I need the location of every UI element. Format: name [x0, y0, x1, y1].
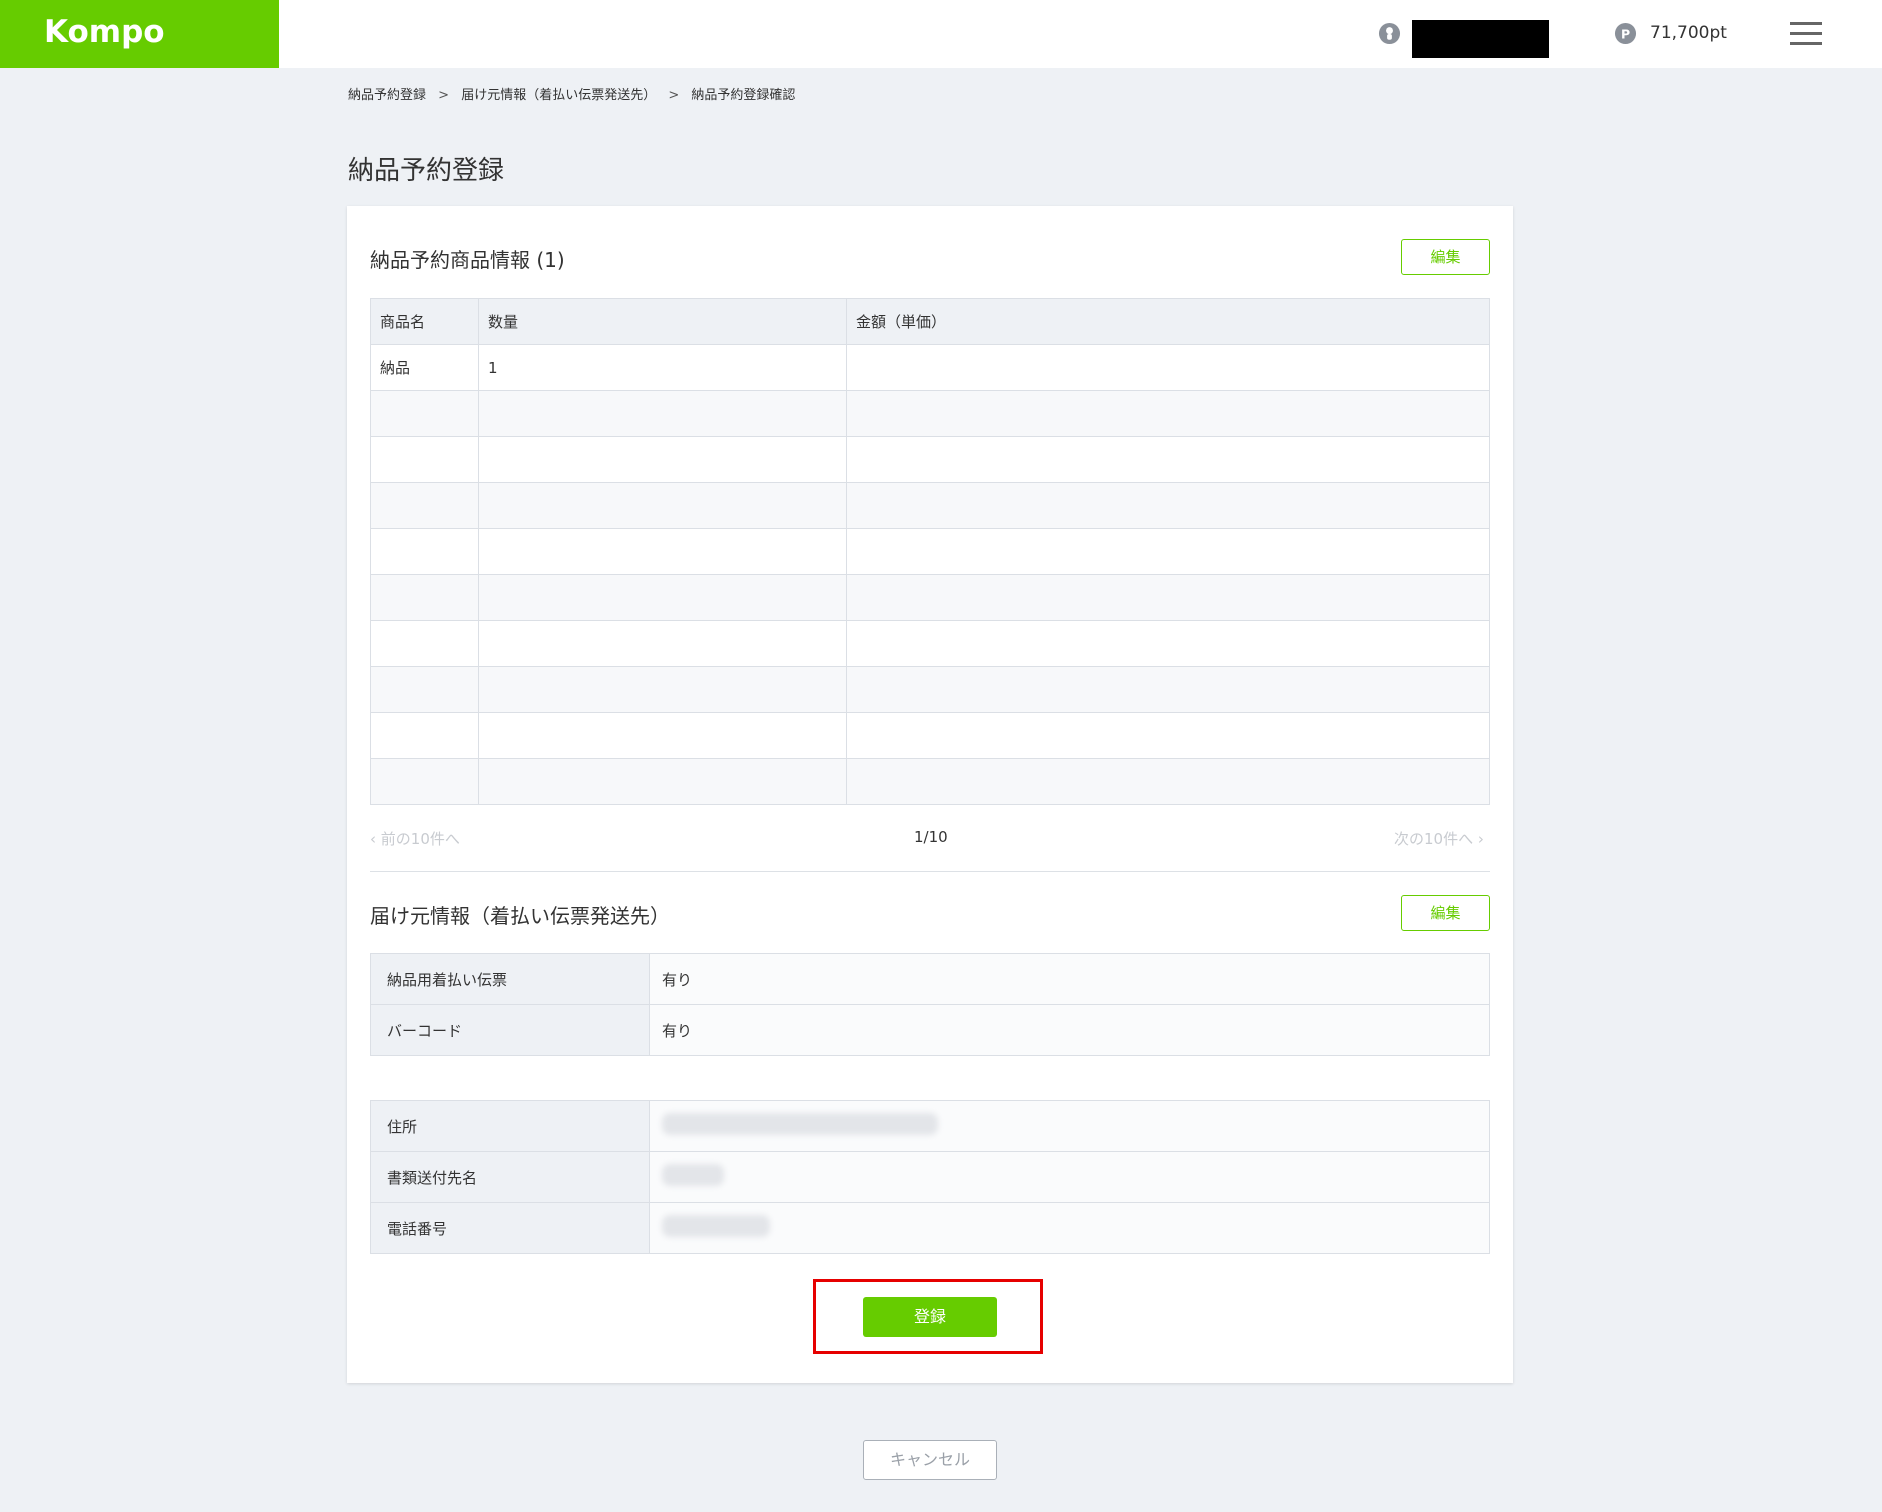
slip-info-table: 納品用着払い伝票 有り バーコード 有り	[370, 953, 1490, 1056]
phone-label: 電話番号	[370, 1202, 650, 1254]
recipient-name-value-redacted	[649, 1151, 1490, 1203]
table-row	[370, 574, 1490, 621]
address-info-table: 住所 書類送付先名 電話番号	[370, 1100, 1490, 1254]
edit-sender-button[interactable]: 編集	[1401, 895, 1490, 931]
address-label: 住所	[370, 1100, 650, 1152]
table-row: 住所	[370, 1100, 1490, 1152]
recipient-name-label: 書類送付先名	[370, 1151, 650, 1203]
table-row: バーコード 有り	[370, 1004, 1490, 1056]
items-section-title: 納品予約商品情報 (1)	[370, 248, 565, 272]
cell-quantity	[478, 758, 847, 805]
table-row: 納品 1	[370, 344, 1490, 391]
cell-product	[370, 712, 479, 759]
cell-price	[846, 620, 1490, 667]
table-row: 電話番号	[370, 1202, 1490, 1254]
pager-next-label: 次の10件へ	[1394, 830, 1474, 848]
table-row	[370, 390, 1490, 437]
logo-text: Kompo	[44, 14, 165, 50]
phone-value-redacted	[649, 1202, 1490, 1254]
register-button[interactable]: 登録	[863, 1297, 997, 1337]
column-header-product: 商品名	[370, 298, 479, 345]
cell-price	[846, 390, 1490, 437]
table-row	[370, 436, 1490, 483]
cell-price	[846, 666, 1490, 713]
cell-product	[370, 390, 479, 437]
edit-items-button[interactable]: 編集	[1401, 239, 1490, 275]
barcode-value: 有り	[649, 1004, 1490, 1056]
page-title: 納品予約登録	[348, 156, 505, 186]
sender-section-title: 届け元情報（着払い伝票発送先）	[370, 904, 670, 928]
barcode-label: バーコード	[370, 1004, 650, 1056]
cell-quantity	[478, 390, 847, 437]
cell-product	[370, 436, 479, 483]
cell-quantity	[478, 436, 847, 483]
cell-price	[846, 436, 1490, 483]
svg-text:P: P	[1621, 26, 1630, 41]
table-row	[370, 482, 1490, 529]
breadcrumb-separator: >	[438, 88, 450, 103]
hamburger-menu-icon[interactable]	[1790, 22, 1822, 46]
items-table: 商品名 数量 金額（単価） 納品 1	[370, 298, 1490, 805]
table-row	[370, 620, 1490, 667]
cell-price	[846, 712, 1490, 759]
cell-quantity	[478, 574, 847, 621]
cell-product	[370, 666, 479, 713]
confirmation-card: 納品予約商品情報 (1) 編集 商品名 数量 金額（単価） 納品 1 ‹ 前の10…	[347, 206, 1513, 1383]
cell-price	[846, 574, 1490, 621]
cell-product: 納品	[370, 344, 479, 391]
logo[interactable]: Kompo	[0, 0, 279, 68]
cell-quantity	[478, 482, 847, 529]
username-redacted[interactable]	[1412, 20, 1549, 58]
address-value-redacted	[649, 1100, 1490, 1152]
cell-quantity	[478, 528, 847, 575]
cell-price	[846, 528, 1490, 575]
pager-next-link[interactable]: 次の10件へ ›	[1394, 828, 1484, 849]
cell-price	[846, 344, 1490, 391]
points-balance: 71,700pt	[1650, 23, 1727, 43]
table-row: 納品用着払い伝票 有り	[370, 953, 1490, 1005]
pager-page-indicator: 1/10	[914, 828, 948, 846]
cell-product	[370, 758, 479, 805]
cell-quantity	[478, 666, 847, 713]
user-icon[interactable]	[1378, 22, 1401, 45]
cell-quantity	[478, 712, 847, 759]
table-row	[370, 528, 1490, 575]
table-row	[370, 666, 1490, 713]
pager-prev-link[interactable]: ‹ 前の10件へ	[370, 828, 460, 849]
cancel-button[interactable]: キャンセル	[863, 1440, 997, 1480]
pager-prev-label: 前の10件へ	[380, 830, 460, 848]
cell-quantity: 1	[478, 344, 847, 391]
table-header-row: 商品名 数量 金額（単価）	[370, 298, 1490, 345]
table-row: 書類送付先名	[370, 1151, 1490, 1203]
cell-price	[846, 758, 1490, 805]
cell-product	[370, 620, 479, 667]
breadcrumb-item[interactable]: 納品予約登録	[348, 88, 426, 103]
cell-product	[370, 482, 479, 529]
table-row	[370, 758, 1490, 805]
cell-price	[846, 482, 1490, 529]
column-header-quantity: 数量	[478, 298, 847, 345]
breadcrumb-item[interactable]: 届け元情報（着払い伝票発送先）	[461, 88, 656, 103]
points-icon: P	[1614, 22, 1637, 45]
column-header-price: 金額（単価）	[846, 298, 1490, 345]
table-row	[370, 712, 1490, 759]
slip-value: 有り	[649, 953, 1490, 1005]
cell-product	[370, 528, 479, 575]
section-divider	[370, 871, 1490, 872]
cell-product	[370, 574, 479, 621]
breadcrumb-separator: >	[668, 88, 680, 103]
cell-quantity	[478, 620, 847, 667]
slip-label: 納品用着払い伝票	[370, 953, 650, 1005]
header: Kompo P 71,700pt	[0, 0, 1882, 68]
breadcrumb: 納品予約登録 > 届け元情報（着払い伝票発送先） > 納品予約登録確認	[348, 84, 795, 103]
breadcrumb-current: 納品予約登録確認	[691, 88, 796, 103]
